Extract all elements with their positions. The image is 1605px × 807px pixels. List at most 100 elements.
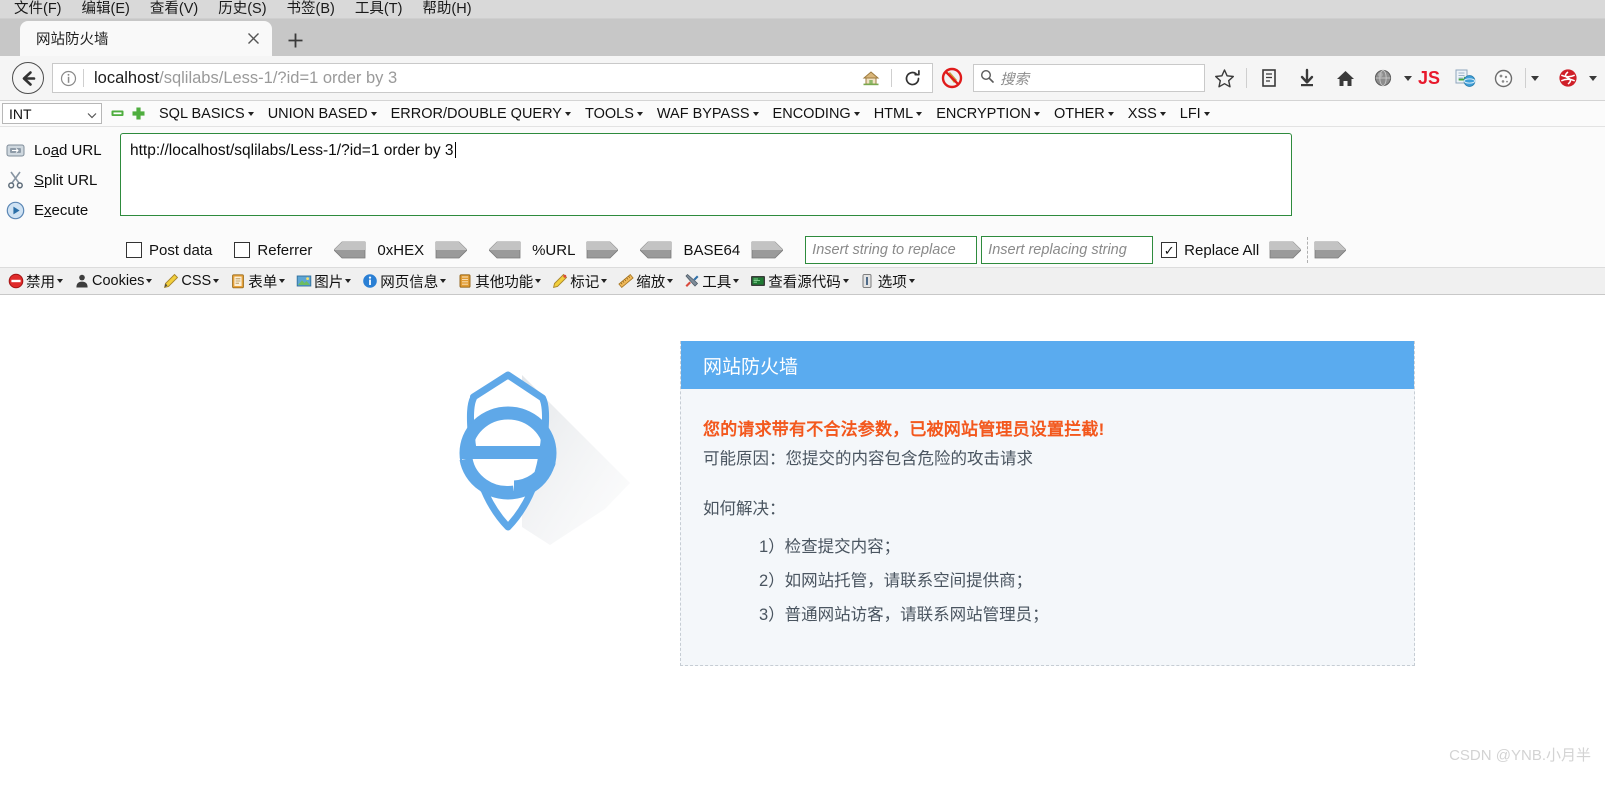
hackbar-menu-other[interactable]: OTHER xyxy=(1047,106,1121,122)
hackbar-menu-label: TOOLS xyxy=(584,105,634,122)
load-url-button[interactable]: Load URL xyxy=(0,135,120,165)
hackbar-menu-tools[interactable]: TOOLS xyxy=(578,106,650,122)
hackbar-actions: Load URL Split URL Execute xyxy=(0,133,120,235)
caret-down-icon xyxy=(636,111,643,116)
noscript-blocked-icon[interactable] xyxy=(933,62,971,94)
devbar-item-misc[interactable]: 其他功能 xyxy=(451,271,546,292)
hackbar-menu-waf-bypass[interactable]: WAF BYPASS xyxy=(650,106,766,122)
caret-down-icon xyxy=(57,279,63,283)
hackbar-menu-error-double-query[interactable]: ERROR/DOUBLE QUERY xyxy=(384,106,578,122)
plus-icon[interactable] xyxy=(278,24,312,56)
library-icon[interactable] xyxy=(1250,62,1288,94)
tools-wrench-icon xyxy=(683,273,700,290)
base64-encoder-group[interactable]: BASE64 xyxy=(639,241,784,259)
base64-decode-arrow-icon[interactable] xyxy=(639,241,672,259)
disable-icon xyxy=(7,273,24,290)
search-input[interactable]: 搜索 xyxy=(973,64,1205,92)
replace-extra-arrow-icon[interactable] xyxy=(1314,241,1347,259)
hackbar-menu-html[interactable]: HTML xyxy=(867,106,929,122)
minus-square-icon[interactable] xyxy=(110,107,124,121)
load-url-icon xyxy=(4,142,26,159)
waf-block-panel: 网站防火墙 您的请求带有不合法参数，已被网站管理员设置拦截! 可能原因：您提交的… xyxy=(680,341,1415,666)
adblock-chevron-down-icon[interactable] xyxy=(1589,75,1597,81)
chevron-down-icon[interactable] xyxy=(1404,75,1412,81)
devbar-item-view-source[interactable]: 查看源代码 xyxy=(744,271,854,292)
overflow-chevron-down-icon[interactable] xyxy=(1531,75,1539,81)
devbar-item-forms[interactable]: 表单 xyxy=(224,271,290,292)
url-encode-arrow-icon[interactable] xyxy=(586,241,620,259)
hackbar-menu-label: HTML xyxy=(873,105,914,122)
devbar-item-resize[interactable]: 缩放 xyxy=(612,271,678,292)
reload-icon[interactable] xyxy=(892,64,932,92)
back-arrow-icon[interactable] xyxy=(12,62,44,94)
devbar-item-page-info[interactable]: 网页信息 xyxy=(356,271,451,292)
browser-menubar: 文件(F) 编辑(E) 查看(V) 历史(S) 书签(B) 工具(T) 帮助(H… xyxy=(0,0,1605,19)
plus-square-icon[interactable] xyxy=(131,107,145,121)
menu-file[interactable]: 文件(F) xyxy=(4,0,72,19)
cookie-icon[interactable] xyxy=(1484,62,1522,94)
devbar-label: 图片 xyxy=(314,274,344,291)
execute-button[interactable]: Execute xyxy=(0,195,120,225)
post-data-label: Post data xyxy=(149,241,213,259)
star-icon[interactable] xyxy=(1205,62,1243,94)
hex-encode-arrow-icon[interactable] xyxy=(435,241,468,259)
hackbar-url-textarea[interactable]: http://localhost/sqlilabs/Less-1/?id=1 o… xyxy=(120,133,1292,216)
replace-all-checkbox[interactable]: ✓ xyxy=(1161,242,1178,258)
home-house-icon[interactable] xyxy=(851,64,891,92)
home-icon[interactable] xyxy=(1326,62,1364,94)
info-circle-icon[interactable] xyxy=(53,64,83,92)
menu-history[interactable]: 历史(S) xyxy=(208,0,276,19)
hackbar-menu-label: LFI xyxy=(1179,105,1201,122)
forms-clipboard-icon xyxy=(229,273,246,290)
devbar-item-outline[interactable]: 标记 xyxy=(546,271,612,292)
caret-down-icon xyxy=(535,279,542,283)
replace-apply-arrow-icon[interactable] xyxy=(1269,241,1302,259)
hackbar-menu-union-based[interactable]: UNION BASED xyxy=(261,106,384,122)
replace-to-placeholder: Insert replacing string xyxy=(988,242,1127,258)
hex-decode-arrow-icon[interactable] xyxy=(333,241,366,259)
close-icon[interactable] xyxy=(242,28,264,50)
browser-tab[interactable]: 网站防火墙 xyxy=(20,21,272,56)
split-url-button[interactable]: Split URL xyxy=(0,165,120,195)
download-arrow-icon[interactable] xyxy=(1288,62,1326,94)
devbar-item-tools[interactable]: 工具 xyxy=(678,271,744,292)
referrer-option[interactable]: Referrer xyxy=(234,242,312,259)
referrer-checkbox[interactable] xyxy=(234,242,251,258)
hex-encoder-group[interactable]: 0xHEX xyxy=(333,241,468,259)
post-data-option[interactable]: Post data xyxy=(126,242,212,259)
hackbar-menu-xss[interactable]: XSS xyxy=(1121,106,1173,122)
address-bar[interactable]: localhost/sqlilabs/Less-1/?id=1 order by… xyxy=(52,63,933,93)
split-url-icon xyxy=(4,171,26,189)
list-item: 2）如网站托管，请联系空间提供商； xyxy=(759,572,1033,590)
hackbar-menu-lfi[interactable]: LFI xyxy=(1173,106,1217,122)
hackbar-type-select[interactable]: INT xyxy=(2,103,102,124)
url-encoder-group[interactable]: %URL xyxy=(488,241,620,259)
globe-icon[interactable] xyxy=(1364,62,1402,94)
url-decode-arrow-icon[interactable] xyxy=(488,241,521,259)
list-item: 1）检查提交内容； xyxy=(759,538,901,556)
devbar-item-cookies[interactable]: Cookies xyxy=(68,273,157,290)
adblock-icon[interactable] xyxy=(1549,62,1587,94)
caret-down-icon xyxy=(279,279,286,283)
menu-edit[interactable]: 编辑(E) xyxy=(72,0,140,19)
devbar-item-css[interactable]: CSS xyxy=(157,273,224,290)
devbar-item-images[interactable]: 图片 xyxy=(290,271,356,292)
replace-all-option[interactable]: ✓ Replace All xyxy=(1161,242,1259,259)
replace-from-input[interactable]: Insert string to replace xyxy=(805,236,978,264)
hackbar-menu-encryption[interactable]: ENCRYPTION xyxy=(929,106,1047,122)
base64-encode-arrow-icon[interactable] xyxy=(751,241,784,259)
devbar-item-disable[interactable]: 禁用 xyxy=(2,271,68,292)
menu-tools[interactable]: 工具(T) xyxy=(345,0,413,19)
base64-label: BASE64 xyxy=(683,241,741,259)
hackbar-menu-sql-basics[interactable]: SQL BASICS xyxy=(152,106,261,122)
post-data-checkbox[interactable] xyxy=(126,242,142,258)
menu-bookmarks[interactable]: 书签(B) xyxy=(277,0,345,19)
replace-to-input[interactable]: Insert replacing string xyxy=(981,236,1154,264)
menu-view[interactable]: 查看(V) xyxy=(140,0,208,19)
caret-down-icon xyxy=(564,111,571,116)
ie-view-icon[interactable] xyxy=(1446,62,1484,94)
devbar-item-options[interactable]: 选项 xyxy=(854,271,920,292)
hackbar-menu-encoding[interactable]: ENCODING xyxy=(766,106,867,122)
menu-help[interactable]: 帮助(H) xyxy=(412,0,481,19)
js-icon[interactable]: JS xyxy=(1412,62,1446,94)
